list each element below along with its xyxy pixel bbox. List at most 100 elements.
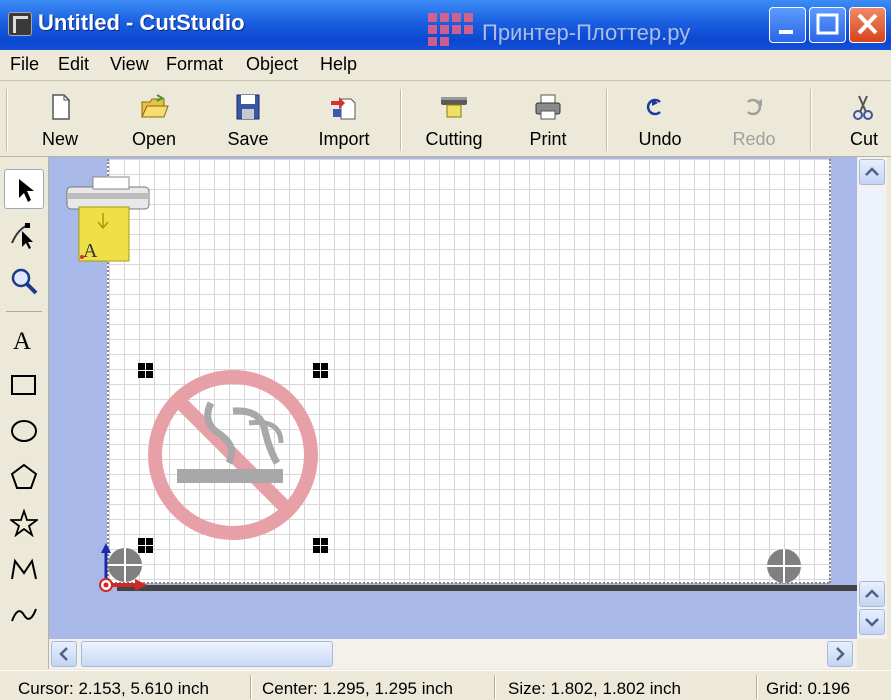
toolbar-grip [6, 89, 8, 151]
cut-button[interactable]: Cut [826, 85, 891, 153]
horizontal-scroll-thumb[interactable] [81, 641, 333, 667]
printer-icon [535, 94, 561, 120]
status-grid: Grid: 0.196 [766, 679, 851, 698]
node-edit-tool[interactable] [4, 215, 44, 255]
status-separator [756, 675, 758, 699]
toolbar-separator [400, 89, 402, 151]
scroll-down-button[interactable] [859, 609, 885, 635]
polygon-tool[interactable] [4, 457, 44, 497]
status-separator [494, 675, 496, 699]
status-cursor: Cursor: 2.153, 5.610 inch [18, 679, 209, 698]
print-label: Print [529, 129, 567, 149]
text-tool[interactable]: A [4, 319, 44, 359]
cutting-button[interactable]: Cutting [414, 85, 494, 153]
freehand-curve-icon [11, 608, 37, 622]
tool-separator [6, 311, 42, 312]
scissors-icon [853, 95, 873, 120]
chevron-right-icon [836, 647, 845, 661]
drawing-canvas[interactable]: A [49, 157, 857, 639]
menu-edit[interactable]: Edit [58, 54, 89, 75]
text-tool-icon: A [13, 328, 31, 353]
import-label: Import [318, 129, 370, 149]
origin-axes-icon [99, 543, 147, 592]
chevron-down-icon [865, 618, 879, 627]
media-baseline [117, 585, 857, 591]
toolbar-separator [810, 89, 812, 151]
star-tool[interactable] [4, 503, 44, 543]
window-title: Untitled - CutStudio [38, 10, 245, 35]
menu-view[interactable]: View [110, 54, 149, 75]
freehand-tool[interactable] [4, 595, 44, 635]
select-tool[interactable] [4, 169, 44, 209]
maximize-icon [816, 13, 839, 35]
rectangle-icon [11, 375, 36, 395]
redo-button[interactable]: Redo [714, 85, 794, 153]
chevron-left-icon [59, 647, 68, 661]
vertical-scroll-track[interactable] [859, 187, 885, 587]
new-button[interactable]: New [20, 85, 100, 153]
node-edit-icon [11, 223, 33, 249]
cutting-label: Cutting [425, 129, 483, 149]
vertical-scrollbar[interactable] [857, 157, 887, 639]
status-size: Size: 1.802, 1.802 inch [508, 679, 681, 698]
no-smoking-object[interactable] [141, 363, 331, 553]
zoom-tool[interactable] [4, 261, 44, 301]
scroll-left-button[interactable] [51, 641, 77, 667]
save-button[interactable]: Save [208, 85, 288, 153]
menu-bar: File Edit View Format Object Help [0, 50, 891, 81]
ellipse-tool[interactable] [4, 411, 44, 451]
scroll-down-stepper[interactable] [859, 581, 885, 607]
tool-palette: A [0, 157, 49, 669]
scrollbar-corner [857, 639, 891, 669]
menu-format[interactable]: Format [166, 54, 223, 75]
toolbar-separator [606, 89, 608, 151]
plotter-cutting-icon [441, 97, 467, 118]
chevron-up-icon [865, 589, 879, 598]
close-button[interactable] [849, 7, 886, 43]
new-document-icon [52, 94, 70, 120]
horizontal-scrollbar[interactable] [49, 639, 857, 669]
open-button[interactable]: Open [114, 85, 194, 153]
close-icon [857, 13, 878, 35]
selection-handle[interactable] [313, 538, 329, 554]
print-button[interactable]: Print [508, 85, 588, 153]
status-center: Center: 1.295, 1.295 inch [262, 679, 453, 698]
minimize-icon [779, 30, 793, 34]
scroll-up-button[interactable] [859, 159, 885, 185]
selection-handle[interactable] [138, 363, 154, 379]
registration-mark-icon [767, 549, 801, 583]
title-bar[interactable]: Untitled - CutStudio Принтер-Плоттер.ру [0, 0, 891, 50]
magnifier-icon [11, 268, 38, 295]
rectangle-tool[interactable] [4, 365, 44, 405]
pentagon-icon [10, 463, 38, 489]
toolbar: New Open Save Import Cutting Print Undo … [0, 81, 891, 157]
new-label: New [41, 129, 78, 149]
app-icon[interactable] [8, 12, 32, 36]
watermark: Принтер-Плоттер.ру [428, 13, 748, 47]
save-disk-icon [236, 94, 260, 120]
menu-file[interactable]: File [10, 54, 39, 75]
undo-button[interactable]: Undo [620, 85, 700, 153]
open-label: Open [131, 129, 177, 149]
maximize-button[interactable] [809, 7, 846, 43]
status-separator [250, 675, 252, 699]
polyline-tool[interactable] [4, 549, 44, 589]
plotter-media-letter: A [83, 240, 98, 262]
scroll-right-button[interactable] [827, 641, 853, 667]
watermark-text: Принтер-Плоттер.ру [482, 20, 691, 45]
menu-help[interactable]: Help [320, 54, 357, 75]
menu-object[interactable]: Object [246, 54, 298, 75]
redo-label: Redo [732, 129, 776, 149]
import-button[interactable]: Import [304, 85, 384, 153]
minimize-button[interactable] [769, 7, 806, 43]
undo-arrow-icon [646, 98, 661, 116]
selection-handle[interactable] [313, 363, 329, 379]
cut-label: Cut [850, 129, 879, 149]
status-bar: Cursor: 2.153, 5.610 inch Center: 1.295,… [0, 670, 891, 700]
save-label: Save [227, 129, 269, 149]
polyline-icon [11, 558, 37, 580]
media-edge [107, 582, 829, 584]
chevron-up-icon [865, 167, 879, 176]
import-icon [331, 97, 356, 120]
ellipse-icon [11, 420, 37, 442]
